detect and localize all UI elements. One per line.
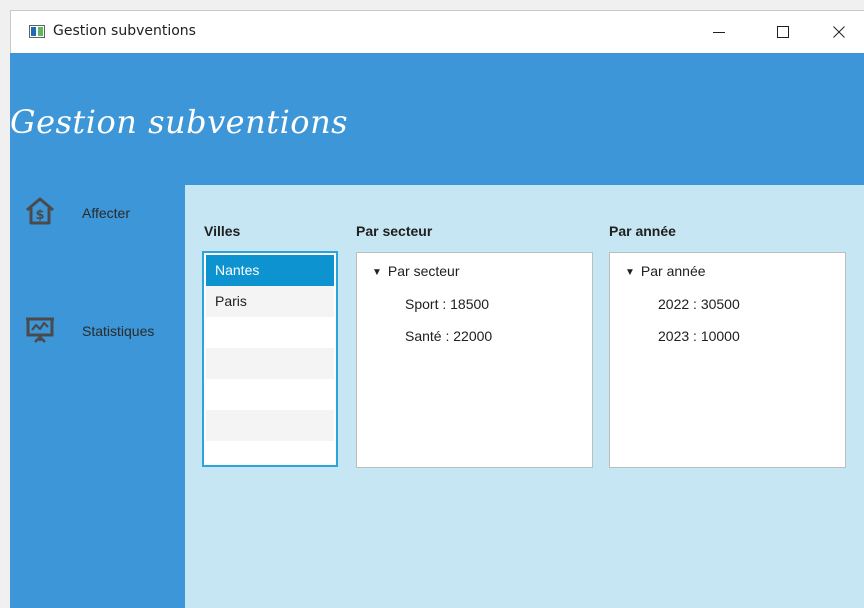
tree-item-sport[interactable]: Sport : 18500	[405, 296, 489, 312]
list-item-nantes[interactable]: Nantes	[206, 255, 334, 286]
house-dollar-icon: $	[26, 197, 54, 225]
svg-text:$: $	[35, 208, 44, 223]
villes-title: Villes	[204, 223, 241, 239]
close-icon	[833, 26, 845, 38]
app-window: Gestion subventions Gestion subventions	[0, 0, 864, 608]
app-icon	[29, 25, 45, 38]
sidebar: $ Affecter Statistiques	[10, 185, 185, 608]
title-bar: Gestion subventions	[10, 10, 864, 53]
sidebar-item-label: Affecter	[82, 205, 130, 221]
sidebar-item-label: Statistiques	[82, 323, 155, 339]
minimize-icon	[713, 32, 725, 33]
maximize-icon	[777, 26, 789, 38]
main-content: Villes Par secteur Par année Nantes Pari…	[185, 185, 864, 608]
tree-item-2022[interactable]: 2022 : 30500	[658, 296, 740, 312]
par-annee-title: Par année	[609, 223, 676, 239]
window-title: Gestion subventions	[53, 23, 196, 39]
sidebar-item-affecter[interactable]: $ Affecter	[10, 193, 185, 237]
list-empty-row	[206, 379, 334, 410]
tree-item-sante[interactable]: Santé : 22000	[405, 328, 492, 344]
tree-root-par-annee[interactable]: ▼ Par année	[625, 263, 706, 279]
par-secteur-tree[interactable]: ▼ Par secteur Sport : 18500 Santé : 22000	[356, 252, 593, 468]
expand-arrow-icon[interactable]: ▼	[372, 267, 382, 278]
presentation-chart-icon	[26, 317, 54, 343]
app-header: Gestion subventions	[10, 53, 864, 185]
list-item-paris[interactable]: Paris	[206, 286, 334, 317]
list-empty-row	[206, 410, 334, 441]
list-empty-row	[206, 441, 334, 465]
app-title: Gestion subventions	[10, 103, 349, 141]
expand-arrow-icon[interactable]: ▼	[625, 267, 635, 278]
maximize-button[interactable]	[758, 11, 808, 53]
par-annee-tree[interactable]: ▼ Par année 2022 : 30500 2023 : 10000	[609, 252, 846, 468]
minimize-button[interactable]	[694, 11, 744, 53]
tree-root-label: Par secteur	[387, 263, 460, 279]
tree-item-2023[interactable]: 2023 : 10000	[658, 328, 740, 344]
list-empty-row	[206, 348, 334, 379]
tree-root-label: Par année	[640, 263, 706, 279]
close-button[interactable]	[814, 11, 864, 53]
villes-list[interactable]: Nantes Paris	[202, 251, 338, 467]
sidebar-item-statistiques[interactable]: Statistiques	[10, 311, 185, 355]
par-secteur-title: Par secteur	[356, 223, 433, 239]
list-empty-row	[206, 317, 334, 348]
tree-root-par-secteur[interactable]: ▼ Par secteur	[372, 263, 460, 279]
